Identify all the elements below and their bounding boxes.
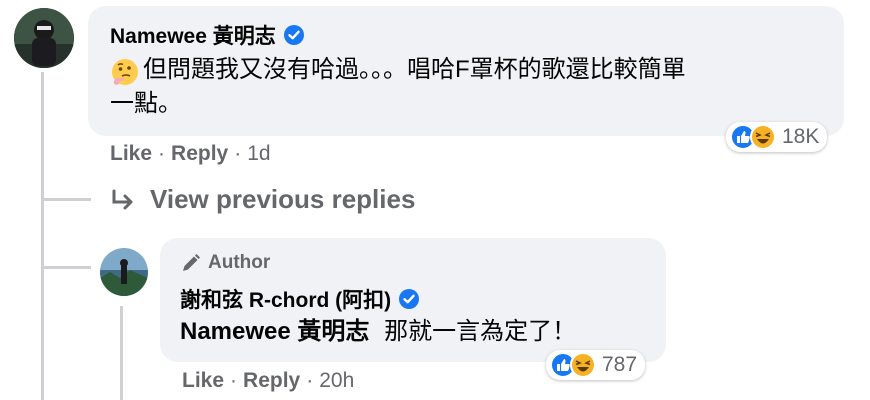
comment-actions: Like · Reply · 1d — [110, 142, 271, 166]
author-badge-label: Author — [208, 252, 271, 273]
separator: · — [234, 142, 242, 165]
reply-text: Namewee 黃明志 那就一言為定了！ — [180, 315, 576, 349]
verified-badge-icon — [399, 289, 420, 309]
thread-line-main — [41, 72, 44, 400]
thread-line-branch-view — [41, 198, 91, 201]
reply-author[interactable]: 謝和弦 R-chord (阿扣) — [180, 284, 420, 314]
reaction-count: 787 — [602, 353, 638, 376]
separator: · — [230, 369, 238, 392]
timestamp[interactable]: 20h — [319, 369, 354, 393]
comment-author[interactable]: Namewee 黃明志 — [110, 20, 304, 50]
reply-button[interactable]: Reply — [171, 142, 228, 166]
view-previous-replies-label[interactable]: View previous replies — [150, 184, 415, 215]
author-badge: Author — [180, 252, 270, 274]
thread-line-reply — [120, 306, 123, 400]
pencil-icon — [183, 254, 200, 271]
reply-button[interactable]: Reply — [243, 369, 300, 393]
like-button[interactable]: Like — [182, 369, 224, 393]
reply-message: 那就一言為定了！ — [384, 318, 577, 345]
reply-avatar[interactable] — [100, 248, 148, 296]
comment-text-line-1: 但問題我又沒有哈過。。。唱哈F罩杯的歌還比較簡單 — [143, 56, 686, 83]
thinking-emoji-icon — [112, 59, 138, 85]
view-previous-replies-button[interactable]: View previous replies — [110, 184, 415, 215]
timestamp[interactable]: 1d — [247, 142, 270, 166]
author-name[interactable]: 謝和弦 R-chord (阿扣) — [180, 284, 391, 314]
reply-actions: Like · Reply · 20h — [182, 369, 354, 393]
separator: · — [158, 142, 166, 165]
reaction-summary[interactable]: 787 — [546, 350, 646, 380]
reply-arrow-icon — [112, 189, 133, 209]
avatar-image — [14, 8, 74, 68]
mention-link[interactable]: Namewee 黃明志 — [180, 318, 369, 345]
reaction-count: 18K — [782, 125, 820, 148]
author-name[interactable]: Namewee 黃明志 — [110, 20, 276, 50]
avatar-image — [100, 248, 148, 296]
haha-reaction-icon — [750, 124, 776, 150]
thread-line-branch-reply — [41, 266, 91, 269]
comment-text-line-2: 一點。 — [110, 90, 182, 117]
like-button[interactable]: Like — [110, 142, 152, 166]
haha-reaction-icon — [570, 352, 596, 378]
verified-badge-icon — [283, 25, 304, 45]
reaction-summary[interactable]: 18K — [726, 122, 828, 152]
avatar[interactable] — [14, 8, 74, 68]
separator: · — [306, 369, 314, 392]
